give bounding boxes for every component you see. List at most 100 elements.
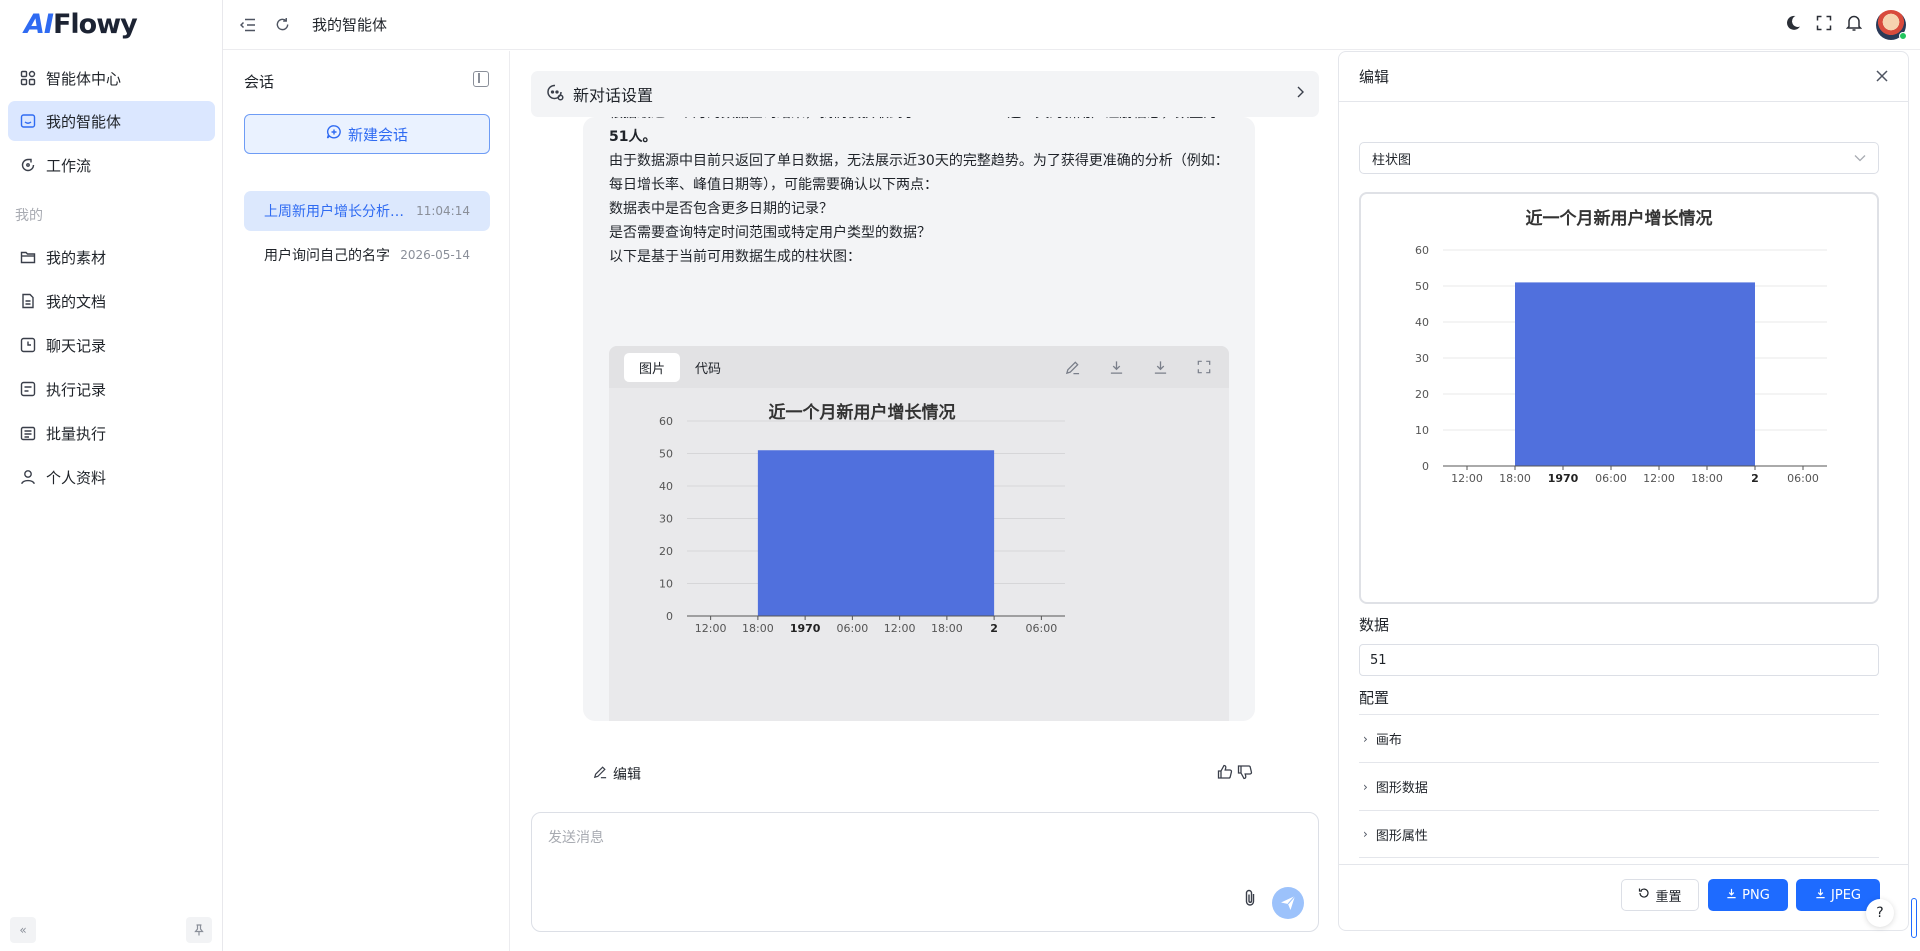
sidebar-item-label: 我的智能体 xyxy=(46,112,122,131)
edit-panel-footer: 重置 PNG JPEG xyxy=(1339,864,1908,930)
conversation-panel-title: 会话 xyxy=(244,73,275,91)
y-tick-label: 50 xyxy=(1415,280,1429,293)
pencil-icon xyxy=(593,765,607,783)
edit-chart-icon[interactable] xyxy=(1059,357,1085,377)
collapse-canvas[interactable]: › 画布 xyxy=(1359,714,1879,762)
nav-bottom-bar: « xyxy=(10,917,212,943)
new-chat-icon xyxy=(326,124,342,144)
attachment-icon[interactable] xyxy=(1242,889,1258,911)
reset-button[interactable]: 重置 xyxy=(1621,879,1699,911)
bar-chart-preview: 近一个月新用户增长情况 0 10 20 30 40 50 60 12:00 18:00 1970 06… xyxy=(1415,208,1827,485)
conversation-title: 上周新用户增长分析及... xyxy=(264,204,409,220)
chart-title: 近一个月新用户增长情况 xyxy=(1526,208,1713,229)
x-tick-label: 18:00 xyxy=(931,622,963,635)
reset-icon xyxy=(1638,887,1650,903)
document-icon xyxy=(16,292,40,310)
data-input-value: 51 xyxy=(1370,652,1387,668)
avatar[interactable] xyxy=(1876,10,1907,40)
chat-area: 根据最近一个月的数据查询结果，我们仅获取到了 2026-04-27 这一天的新用… xyxy=(511,51,1329,951)
new-conversation-settings[interactable]: 新对话设置 xyxy=(531,71,1319,117)
edit-label: 编辑 xyxy=(613,767,641,783)
x-tick-label: 12:00 xyxy=(1451,472,1483,485)
sidebar-item-profile[interactable]: 个人资料 xyxy=(8,457,215,497)
x-tick-label: 18:00 xyxy=(1691,472,1723,485)
conversation-item[interactable]: 用户询问自己的名字 2026-05-14 xyxy=(244,235,490,275)
config-section-label: 配置 xyxy=(1359,689,1390,707)
message-line: 51人。 xyxy=(609,129,657,145)
sidebar-item-workflow[interactable]: 工作流 xyxy=(8,145,215,185)
tab-image[interactable]: 图片 xyxy=(624,352,681,382)
dark-mode-icon[interactable] xyxy=(1784,14,1802,36)
sidebar-item-batch[interactable]: 批量执行 xyxy=(8,413,215,453)
bar xyxy=(1515,282,1755,466)
chart-edit-panel: 编辑 柱状图 近一个月新用户增长情况 0 10 20 30 40 50 60 12:00 18:0… xyxy=(1338,51,1909,931)
download-alt-icon[interactable] xyxy=(1147,357,1173,377)
sidebar-item-agent-center[interactable]: 智能体中心 xyxy=(8,58,215,98)
top-header: 我的智能体 xyxy=(223,0,1920,50)
conversation-panel: 会话 新建会话 上周新用户增长分析及... 11:04:14 用户询问自己的名字… xyxy=(223,51,510,951)
y-tick-label: 40 xyxy=(659,480,673,493)
conversation-time: 2026-05-14 xyxy=(400,248,470,262)
chart-title: 近一个月新用户增长情况 xyxy=(769,402,956,423)
x-tick-label: 2 xyxy=(990,622,998,635)
x-tick-label: 06:00 xyxy=(1026,622,1058,635)
new-conversation-button[interactable]: 新建会话 xyxy=(244,114,490,154)
close-icon[interactable] xyxy=(1876,66,1888,87)
send-button[interactable] xyxy=(1272,887,1304,919)
sidebar-item-label: 个人资料 xyxy=(46,468,107,487)
workflow-icon xyxy=(16,156,40,174)
collapse-label: 图形数据 xyxy=(1375,781,1428,796)
collapse-graph-data[interactable]: › 图形数据 xyxy=(1359,762,1879,810)
sidebar-item-exec-log[interactable]: 执行记录 xyxy=(8,369,215,409)
log-icon xyxy=(16,380,40,398)
collapse-label: 画布 xyxy=(1375,733,1402,748)
download-icon[interactable] xyxy=(1103,357,1129,377)
y-tick-label: 0 xyxy=(1422,460,1429,473)
sidebar-item-my-agents[interactable]: 我的智能体 xyxy=(8,101,215,141)
new-conversation-label: 新建会话 xyxy=(347,125,408,144)
expand-icon[interactable] xyxy=(1191,357,1217,377)
x-tick-label: 12:00 xyxy=(695,622,727,635)
fullscreen-icon[interactable] xyxy=(1816,15,1832,35)
export-png-button[interactable]: PNG xyxy=(1708,879,1788,911)
thumbs-up-icon[interactable] xyxy=(1217,764,1233,784)
conversation-item[interactable]: 上周新用户增长分析及... 11:04:14 xyxy=(244,191,490,231)
notification-bell-icon[interactable] xyxy=(1845,14,1863,36)
panel-collapse-icon[interactable] xyxy=(473,71,489,87)
chevron-right-icon: › xyxy=(1363,827,1368,841)
x-tick-label: 06:00 xyxy=(1787,472,1819,485)
sidebar-item-label: 我的素材 xyxy=(46,248,107,267)
left-navigation: AIFlowy 智能体中心 我的智能体 工作流 我的 我的素材 我的文档 聊天记… xyxy=(0,0,223,951)
chart-toolbar: 图片 代码 xyxy=(609,346,1229,388)
collapse-sidebar-icon[interactable]: « xyxy=(10,917,36,943)
pin-icon[interactable] xyxy=(186,917,212,943)
sidebar-item-chat-history[interactable]: 聊天记录 xyxy=(8,325,215,365)
thumbs-down-icon[interactable] xyxy=(1237,764,1253,784)
x-tick-label: 06:00 xyxy=(837,622,869,635)
sidebar-item-label: 批量执行 xyxy=(46,424,107,443)
chart-type-select[interactable]: 柱状图 xyxy=(1359,142,1879,174)
sidebar-item-label: 智能体中心 xyxy=(46,69,122,88)
edit-message-button[interactable]: 编辑 xyxy=(593,764,641,784)
data-input[interactable]: 51 xyxy=(1359,644,1879,676)
app-logo[interactable]: AIFlowy xyxy=(24,8,138,40)
logo-prefix: AI xyxy=(24,8,54,40)
reset-label: 重置 xyxy=(1655,889,1682,905)
logo-suffix: Flowy xyxy=(52,8,138,40)
menu-fold-icon[interactable] xyxy=(238,15,258,35)
grid-icon xyxy=(16,69,40,87)
x-tick-label: 1970 xyxy=(1548,472,1579,485)
sidebar-item-materials[interactable]: 我的素材 xyxy=(8,237,215,277)
x-tick-label: 06:00 xyxy=(1595,472,1627,485)
y-tick-label: 60 xyxy=(659,415,673,428)
help-button[interactable]: ? xyxy=(1866,899,1894,927)
download-icon xyxy=(1726,888,1737,903)
message-composer[interactable]: 发送消息 xyxy=(531,812,1319,932)
refresh-icon[interactable] xyxy=(272,15,292,35)
collapse-graph-props[interactable]: › 图形属性 xyxy=(1359,810,1879,858)
sidebar-item-documents[interactable]: 我的文档 xyxy=(8,281,215,321)
conversation-title: 用户询问自己的名字 xyxy=(264,248,390,264)
chart-card: 图片 代码 近一个月新用户增长情况 0 10 20 30 40 50 60 12:00 18:00… xyxy=(609,346,1229,721)
scrollbar[interactable] xyxy=(1911,898,1917,938)
tab-code[interactable]: 代码 xyxy=(680,353,736,382)
